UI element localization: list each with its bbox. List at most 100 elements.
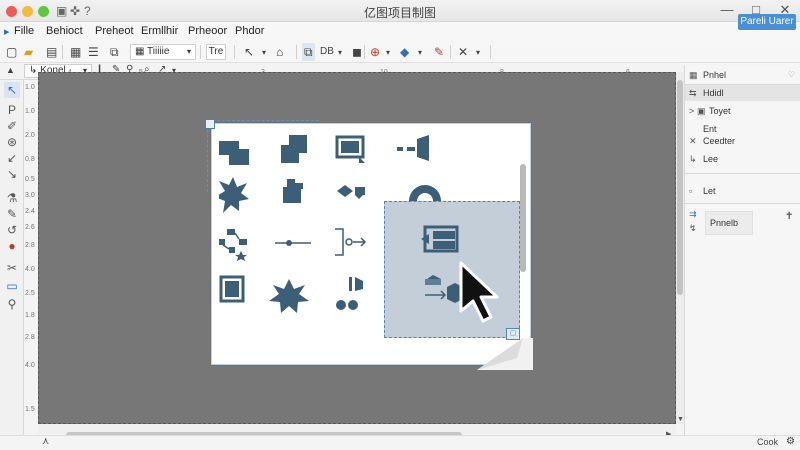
ruler-tick: 3.0 (25, 192, 35, 199)
panel-item-lee[interactable]: ↳ Lee (685, 151, 800, 167)
line-tool-icon[interactable]: ↙ (4, 150, 20, 166)
ruler-tick: 1.0 (25, 108, 35, 115)
chevron-down-icon: ▾ (186, 47, 191, 56)
list-icon[interactable]: ☰ (88, 43, 99, 61)
connector-icon[interactable]: ✕ (458, 43, 468, 61)
pen-tool-icon[interactable]: P (4, 102, 20, 118)
chevron-right-icon: > (689, 106, 695, 116)
rectangle-tool-icon[interactable]: ▭ (4, 278, 20, 294)
main-toolbar: ▢ ▰ ▤ ▦ ☰ ⧉ ▦ Tiiiiie ▾ Tre ↖ ▾ ⌂ ⧉ DB ▾ … (0, 41, 800, 63)
menu-item-ermllhir[interactable]: Ermllhir (141, 25, 178, 37)
starburst-shape (219, 177, 249, 213)
menu-item-behioct[interactable]: Behioct (46, 25, 83, 37)
chevron-down-icon[interactable]: ▾ (476, 44, 480, 62)
panel-header[interactable]: ▦ Pnhel ♡ (685, 67, 800, 83)
collapse-icon[interactable]: ♡ (788, 67, 795, 83)
select-tool-icon[interactable]: ↖ (4, 82, 20, 98)
copy-icon[interactable]: ⧉ (110, 43, 119, 61)
drawing-canvas[interactable]: ▢ (38, 72, 676, 424)
shape-tool-icon[interactable]: ⊛ (4, 134, 20, 150)
menu-item-file[interactable]: Fille (14, 25, 34, 37)
toolbar-divider (450, 45, 451, 59)
panel-icon: ▦ (689, 70, 698, 80)
chevron-down-icon[interactable]: ▾ (262, 44, 266, 62)
ruler-left: 1.0 1.0 2.0 0.8 0.5 3.0 2.4 2.6 2.8 4.0 … (24, 80, 38, 420)
ruler-tick: 4.0 (25, 362, 35, 369)
text-button[interactable]: Tre (206, 44, 226, 60)
ruler-tick: 0.5 (25, 176, 35, 183)
brush-tool-icon[interactable]: ✐ (4, 118, 20, 134)
panel-item-label: Hdidl (703, 88, 724, 98)
panel-item-toyet[interactable]: > ▣ Toyet (685, 103, 800, 119)
chevron-down-icon[interactable]: ▾ (338, 44, 342, 62)
toolbar-divider (200, 45, 201, 59)
selection-handle[interactable] (205, 119, 215, 129)
text-tool-icon[interactable]: ✎ (4, 206, 20, 222)
new-icon[interactable]: ▢ (6, 43, 17, 61)
style-select-value: Tiiiiie (147, 46, 170, 57)
panel-item-label: Lee (703, 154, 719, 164)
toolbar-divider (234, 45, 235, 59)
fill-icon[interactable]: ◆ (400, 43, 409, 61)
crop-tool-icon[interactable]: ✂ (4, 260, 20, 276)
lasso-tool-icon[interactable]: ⚲ (4, 296, 20, 312)
ruler-tick: 0.8 (25, 156, 35, 163)
panel-item-hdidl[interactable]: ⇆ Hdidl (685, 85, 800, 101)
link-icon[interactable]: ↯ (689, 223, 697, 234)
open-folder-icon[interactable]: ▰ (24, 43, 33, 61)
chevron-down-icon[interactable]: ▾ (418, 44, 422, 62)
chevron-down-icon[interactable]: ▾ (386, 44, 390, 62)
style-select[interactable]: ▦ Tiiiiie ▾ (130, 44, 196, 60)
overlap-squares-shape (219, 141, 249, 165)
tree-flow-shape (219, 229, 247, 261)
export-button[interactable]: Pareli Uarer (738, 14, 796, 30)
page-icon[interactable]: ▦ (70, 43, 81, 61)
curve-tool-icon[interactable]: ↘ (4, 166, 20, 182)
collapse-up-icon[interactable]: ▲ (6, 61, 15, 79)
menu-item-preheot[interactable]: Preheot (95, 25, 134, 37)
toolbar-divider (364, 45, 365, 59)
menu-item-prheoor[interactable]: Prheoor (188, 25, 227, 37)
panel-item-ceedter[interactable]: ✕ Ceedter (685, 133, 800, 149)
canvas-vertical-scroll-thumb[interactable] (677, 80, 683, 295)
section-icon: ▫ (689, 186, 693, 196)
window-title: 亿图项目制图 (363, 6, 436, 20)
ruler-tick: 2.5 (25, 290, 35, 297)
pin-icon[interactable]: ✝ (785, 211, 793, 222)
align-icon[interactable]: ⌂ (276, 43, 283, 61)
pen-icon[interactable]: ✎ (434, 43, 444, 61)
bracket-arrow-shape (335, 228, 367, 256)
group-icon[interactable]: ⧉ (302, 43, 315, 61)
pointer-icon[interactable]: ↖ (244, 43, 254, 61)
toolbar-divider (296, 45, 297, 59)
settings-icon[interactable]: ⚙ (786, 436, 795, 447)
scroll-down-icon[interactable]: ▼ (677, 416, 684, 423)
plug-shape (397, 135, 429, 161)
panel-item-label: Ceedter (703, 136, 736, 146)
menu-bar: ▸ Fille Behioct Preheot Ermllhir Prheoor… (0, 22, 800, 41)
panel-box[interactable]: Pnnelb (705, 211, 753, 235)
fill-tool-icon[interactable]: ⚗ (4, 190, 20, 206)
db-label[interactable]: DB (320, 43, 334, 61)
ruler-tick: 4.0 (25, 266, 35, 273)
step-blocks-shape (283, 179, 303, 203)
corner-frame-shape (219, 275, 245, 303)
align-icon[interactable]: ⇉ (689, 209, 697, 220)
point-tool-icon[interactable]: ● (4, 238, 20, 254)
panel-divider (685, 173, 800, 174)
right-panel: ▦ Pnhel ♡ ⇆ Hdidl > ▣ Toyet Ent ✕ Ceedter ↳ Lee… (684, 65, 800, 435)
shape-icon[interactable]: ◼ (352, 43, 362, 61)
zoom-icon[interactable]: ⊕ (370, 43, 380, 61)
menu-item-phdor[interactable]: Phdor (235, 25, 264, 37)
page-scroll-thumb[interactable] (520, 164, 526, 272)
monitor-shape (335, 135, 365, 163)
arc-tool-icon[interactable]: ↺ (4, 222, 20, 238)
save-icon[interactable]: ▤ (46, 43, 57, 61)
page-nav-icon[interactable]: ⋏ (42, 436, 49, 447)
toolbar-divider (490, 45, 491, 59)
ruler-tick: 1.5 (25, 406, 35, 413)
panel-section-let[interactable]: ▫ Let (685, 183, 800, 199)
layer-icon: ⇆ (689, 88, 697, 98)
minimize-button[interactable]: — (719, 2, 735, 17)
star-shape (269, 279, 309, 313)
